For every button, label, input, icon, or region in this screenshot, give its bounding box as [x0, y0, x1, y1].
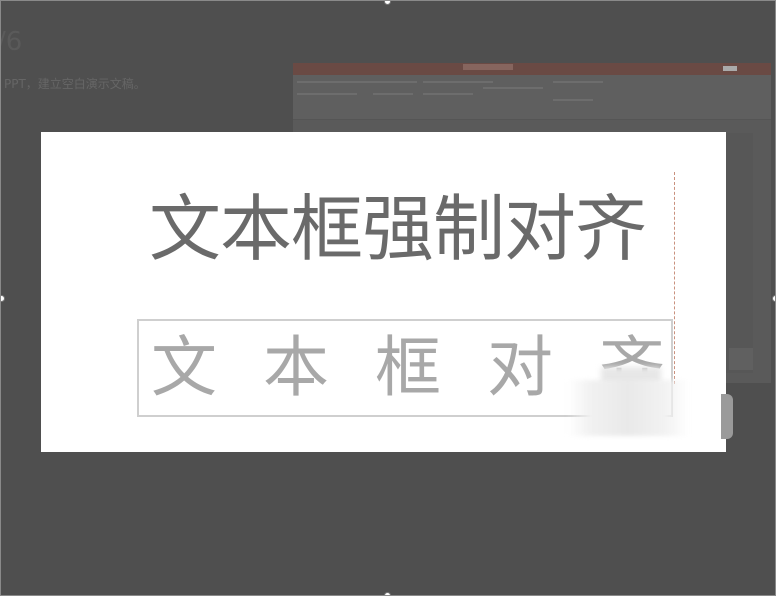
background-app-title: [463, 64, 513, 70]
slide-title-text[interactable]: 文本框强制对齐: [149, 184, 669, 274]
textbox-char: 对: [487, 329, 553, 406]
background-step-text: PPT，建立空白演示文稿。: [4, 77, 146, 91]
resize-handle-right[interactable]: [772, 295, 775, 302]
textbox-char: 框: [375, 329, 441, 406]
alignment-guide-line: [674, 172, 675, 384]
background-app-ribbon: [293, 75, 771, 120]
textbox-char: 文: [151, 329, 217, 406]
watermark-blur: [567, 380, 689, 436]
background-app-titlebar: [293, 63, 771, 75]
slide-preview: 文本框强制对齐 文 本 框 对 齐: [41, 132, 726, 452]
side-scroll-tab[interactable]: [721, 394, 733, 439]
background-app-button: [723, 66, 737, 71]
textbox-char: 本: [263, 329, 329, 406]
background-step-number: /6: [1, 27, 23, 57]
resize-handle-bottom[interactable]: [384, 592, 391, 595]
image-viewer-frame: /6 PPT，建立空白演示文稿。 文本框强制对齐 文 本 框 对: [0, 0, 776, 596]
background-app-side-button: [729, 348, 753, 370]
resize-handle-top[interactable]: [384, 1, 391, 5]
resize-handle-left[interactable]: [1, 295, 5, 302]
